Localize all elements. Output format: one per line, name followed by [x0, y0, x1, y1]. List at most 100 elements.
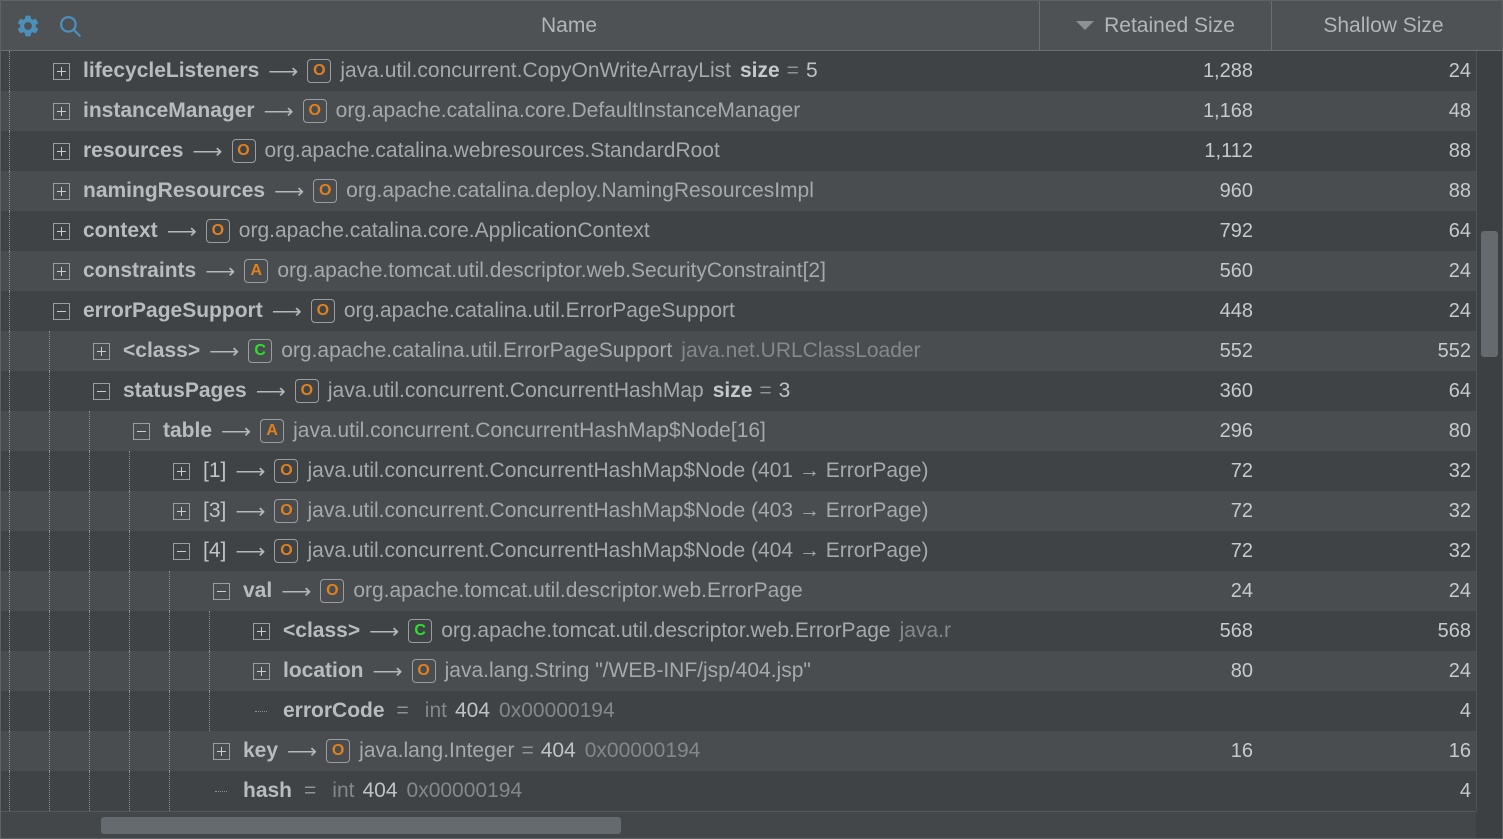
row-class-name: org.apache.catalina.util.ErrorPageSuppor… — [343, 299, 735, 322]
table-row[interactable]: context ⟶ Oorg.apache.catalina.core.Applic… — [1, 211, 1502, 251]
reference-arrow-icon: ⟶ — [235, 499, 266, 523]
row-primitive-value: 404 — [540, 739, 576, 762]
row-primitive-value: 404 — [454, 699, 491, 722]
cell-name: instanceManager ⟶ Oorg.apache.catalina.cor… — [1, 91, 1039, 131]
cell-shallow-size: 64 — [1448, 219, 1471, 242]
row-primitive-type: int — [424, 699, 447, 722]
cell-retained-size — [1039, 771, 1271, 811]
table-row[interactable]: lifecycleListeners ⟶ Ojava.util.concurrent… — [1, 51, 1502, 91]
reference-arrow-icon: ⟶ — [221, 419, 252, 443]
reference-arrow-icon: ⟶ — [235, 459, 266, 483]
cell-shallow-size: 4 — [1459, 779, 1471, 802]
table-row[interactable]: instanceManager ⟶ Oorg.apache.catalina.cor… — [1, 91, 1502, 131]
cell-name: constraints ⟶ Aorg.apache.tomcat.util.desc… — [1, 251, 1039, 291]
cell-shallow-size: 80 — [1448, 419, 1471, 442]
row-field-name: <class> — [283, 619, 361, 642]
row-field-name: errorPageSupport — [83, 299, 263, 322]
horizontal-scrollbar[interactable] — [1, 811, 1502, 838]
row-field-name: [3] — [203, 499, 227, 522]
reference-arrow-icon: ⟶ — [263, 99, 294, 123]
table-row[interactable]: <class> ⟶ Corg.apache.tomcat.util.descript… — [1, 611, 1502, 651]
cell-name: errorCode = int 404 0x00000194 — [1, 691, 1039, 731]
table-row[interactable]: namingResources ⟶ Oorg.apache.catalina.dep… — [1, 171, 1502, 211]
column-header-shallow-size[interactable]: Shallow Size — [1271, 1, 1495, 50]
cell-name: [4] ⟶ Ojava.util.concurrent.ConcurrentHash… — [1, 531, 1039, 571]
column-header-name-label: Name — [540, 13, 598, 37]
reference-arrow-icon: ⟶ — [372, 659, 403, 683]
column-header-retained-size-label: Retained Size — [1104, 13, 1235, 37]
row-secondary-text: 0x00000194 — [499, 699, 615, 722]
reference-arrow-icon: ⟶ — [255, 379, 286, 403]
row-primitive-value: 404 — [362, 779, 398, 802]
table-row[interactable]: table ⟶ Ajava.util.concurrent.ConcurrentHa… — [1, 411, 1502, 451]
type-badge-class-icon: C — [408, 619, 433, 643]
gear-icon[interactable] — [15, 13, 41, 39]
row-class-name: java.util.concurrent.ConcurrentHashMap — [327, 379, 704, 402]
cell-retained-size: 792 — [1219, 219, 1253, 242]
row-size-key: size — [739, 59, 780, 82]
table-row[interactable]: [4] ⟶ Ojava.util.concurrent.ConcurrentHash… — [1, 531, 1502, 571]
cell-retained-size: 296 — [1219, 419, 1253, 442]
cell-retained-size: 80 — [1230, 659, 1253, 682]
cell-shallow-size: 552 — [1437, 339, 1471, 362]
reference-arrow-icon: ⟶ — [209, 339, 240, 363]
vertical-scrollbar[interactable] — [1476, 51, 1502, 813]
equals-sign: = — [521, 739, 534, 762]
reference-arrow-icon: ⟶ — [271, 299, 302, 323]
object-tree-table[interactable]: lifecycleListeners ⟶ Ojava.util.concurrent… — [1, 51, 1502, 813]
scrollbar-corner — [1476, 811, 1502, 838]
cell-shallow-size: 4 — [1459, 699, 1471, 722]
table-row[interactable]: constraints ⟶ Aorg.apache.tomcat.util.desc… — [1, 251, 1502, 291]
equals-sign: = — [396, 699, 409, 722]
row-class-name: java.util.concurrent.CopyOnWriteArrayLis… — [340, 59, 731, 82]
triangle-down-icon — [1076, 21, 1095, 30]
row-size-value: 5 — [805, 59, 818, 82]
cell-name: hash = int 404 0x00000194 — [1, 771, 1039, 811]
cell-name: key ⟶ Ojava.lang.Integer = 404 0x00000194 — [1, 731, 1039, 771]
type-badge-object-icon: O — [274, 539, 299, 563]
table-row[interactable]: <class> ⟶ Corg.apache.catalina.util.ErrorP… — [1, 331, 1502, 371]
search-icon[interactable] — [57, 13, 83, 39]
table-row[interactable]: errorPageSupport ⟶ Oorg.apache.catalina.ut… — [1, 291, 1502, 331]
column-header-retained-size[interactable]: Retained Size — [1039, 1, 1271, 50]
cell-name: table ⟶ Ajava.util.concurrent.ConcurrentHa… — [1, 411, 1039, 451]
table-row[interactable]: key ⟶ Ojava.lang.Integer = 404 0x00000194 16 16 — [1, 731, 1502, 771]
table-row[interactable]: [3] ⟶ Ojava.util.concurrent.ConcurrentHash… — [1, 491, 1502, 531]
cell-shallow-size: 88 — [1448, 179, 1471, 202]
vertical-scrollbar-thumb[interactable] — [1481, 231, 1498, 357]
type-badge-array-icon: A — [244, 259, 269, 283]
cell-retained-size: 448 — [1219, 299, 1253, 322]
row-field-name: errorCode — [283, 699, 385, 722]
type-badge-object-icon: O — [320, 579, 345, 603]
table-row[interactable]: [1] ⟶ Ojava.util.concurrent.ConcurrentHash… — [1, 451, 1502, 491]
cell-retained-size: 552 — [1219, 339, 1253, 362]
cell-name: context ⟶ Oorg.apache.catalina.core.Applic… — [1, 211, 1039, 251]
type-badge-object-icon: O — [302, 99, 327, 123]
horizontal-scrollbar-thumb[interactable] — [101, 817, 621, 834]
reference-arrow-icon: ⟶ — [268, 59, 299, 83]
column-header-name[interactable]: Name — [99, 1, 1039, 50]
table-row[interactable]: hash = int 404 0x00000194 4 — [1, 771, 1502, 811]
table-row[interactable]: location ⟶ Ojava.lang.String "/WEB-INF/jsp… — [1, 651, 1502, 691]
row-class-name: java.util.concurrent.ConcurrentHashMap$N… — [307, 499, 929, 522]
cell-shallow-size: 24 — [1448, 259, 1471, 282]
row-field-name: constraints — [83, 259, 197, 282]
header-toolbar — [1, 1, 99, 50]
equals-sign: = — [759, 379, 772, 402]
row-field-name: val — [243, 579, 273, 602]
row-class-name: org.apache.catalina.webresources.Standar… — [264, 139, 720, 162]
cell-retained-size: 1,288 — [1202, 59, 1253, 82]
row-secondary-text: 0x00000194 — [584, 739, 701, 762]
cell-name: [3] ⟶ Ojava.util.concurrent.ConcurrentHash… — [1, 491, 1039, 531]
row-field-name: hash — [243, 779, 293, 802]
table-row[interactable]: errorCode = int 404 0x00000194 4 — [1, 691, 1502, 731]
row-class-name: org.apache.catalina.util.ErrorPageSuppor… — [281, 339, 673, 362]
row-class-name: org.apache.catalina.deploy.NamingResourc… — [346, 179, 814, 202]
table-row[interactable]: statusPages ⟶ Ojava.util.concurrent.Concur… — [1, 371, 1502, 411]
table-row[interactable]: resources ⟶ Oorg.apache.catalina.webresour… — [1, 131, 1502, 171]
row-secondary-text: java.r — [899, 619, 951, 642]
type-badge-array-icon: A — [260, 419, 285, 443]
cell-shallow-size: 48 — [1448, 99, 1471, 122]
table-row[interactable]: val ⟶ Oorg.apache.tomcat.util.descriptor.w… — [1, 571, 1502, 611]
cell-shallow-size: 24 — [1448, 579, 1471, 602]
